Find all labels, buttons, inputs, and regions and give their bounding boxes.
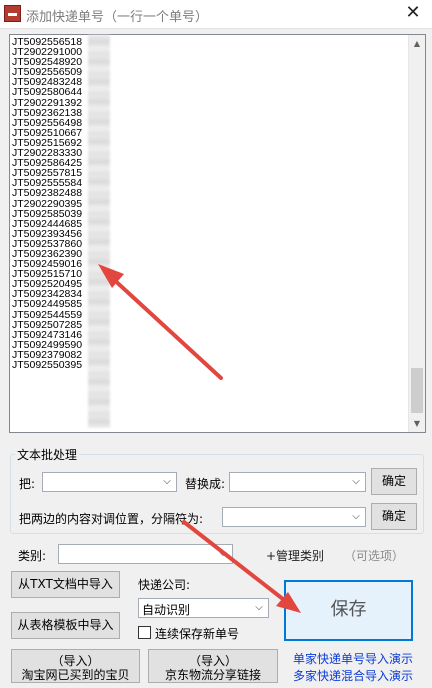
tracking-number-textarea[interactable]: JT5092556518 JT2902291000 JT5092548920 JT50… [9,34,426,433]
replace-from-label: 把: [19,477,36,491]
manage-category-link[interactable]: +管理类别 [266,547,324,564]
import-template-button[interactable]: 从表格模板中导入 [11,612,120,639]
tracking-number-line: JT5092550395 [12,359,83,371]
import-txt-button[interactable]: 从TXT文档中导入 [11,571,120,598]
vertical-scrollbar[interactable]: ▲ ▼ [408,35,425,432]
replace-confirm-button[interactable]: 确定 [371,468,417,495]
optional-hint: （可选项） [344,549,405,563]
continuous-save-label: 连续保存新单号 [155,627,240,641]
single-courier-demo-link[interactable]: 单家快递单号导入演示 [293,650,413,667]
courier-label: 快递公司: [138,578,191,592]
swap-confirm-button[interactable]: 确定 [371,503,417,530]
chevron-down-icon[interactable]: ⌵ [217,548,229,560]
chevron-down-icon[interactable]: ⌵ [350,476,362,488]
tracking-number-lines: JT5092556518 JT2902291000 JT5092548920 JT50… [12,37,405,430]
multi-courier-demo-link[interactable]: 多家快递混合导入演示 [293,667,413,684]
window-title: 添加快递单号（一行一个单号） [26,10,209,25]
continuous-save-checkbox[interactable] [138,626,151,639]
import-jd-line2: 京东物流分享链接 [164,668,261,682]
save-button[interactable]: 保存 [284,580,413,641]
category-label: 类别: [18,549,47,563]
separator-combo[interactable]: ⌵ [222,507,366,527]
import-taobao-line1: （导入） [51,654,100,668]
import-jd-line1: （导入） [188,654,237,668]
import-taobao-line2: 淘宝网已买到的宝贝 [21,668,130,682]
batch-group-title: 文本批处理 [17,448,78,462]
tracking-number-line: JT5092382488 [12,187,83,200]
scroll-thumb[interactable] [411,368,423,413]
scroll-down-icon[interactable]: ▼ [409,415,425,432]
chevron-down-icon[interactable]: ⌵ [161,476,173,488]
category-combo[interactable]: ⌵ [58,544,233,564]
close-button[interactable]: ✕ [400,2,426,24]
courier-value: 自动识别 [142,603,191,617]
scroll-up-icon[interactable]: ▲ [409,35,425,52]
chevron-down-icon[interactable]: ⌵ [253,602,265,614]
replace-to-label: 替换成: [185,477,226,491]
courier-combo[interactable]: 自动识别 ⌵ [138,598,269,618]
swap-separator-label: 把两边的内容对调位置，分隔符为: [19,512,204,526]
chevron-down-icon[interactable]: ⌵ [350,511,362,523]
title-bar: 添加快递单号（一行一个单号） ✕ [0,0,432,29]
import-jd-button[interactable]: （导入） 京东物流分享链接 [148,649,278,683]
app-icon [4,5,21,22]
replace-from-combo[interactable]: ⌵ [42,472,177,492]
privacy-blur [88,35,110,428]
replace-to-combo[interactable]: ⌵ [229,472,366,492]
import-taobao-button[interactable]: （导入） 淘宝网已买到的宝贝 [11,649,140,683]
